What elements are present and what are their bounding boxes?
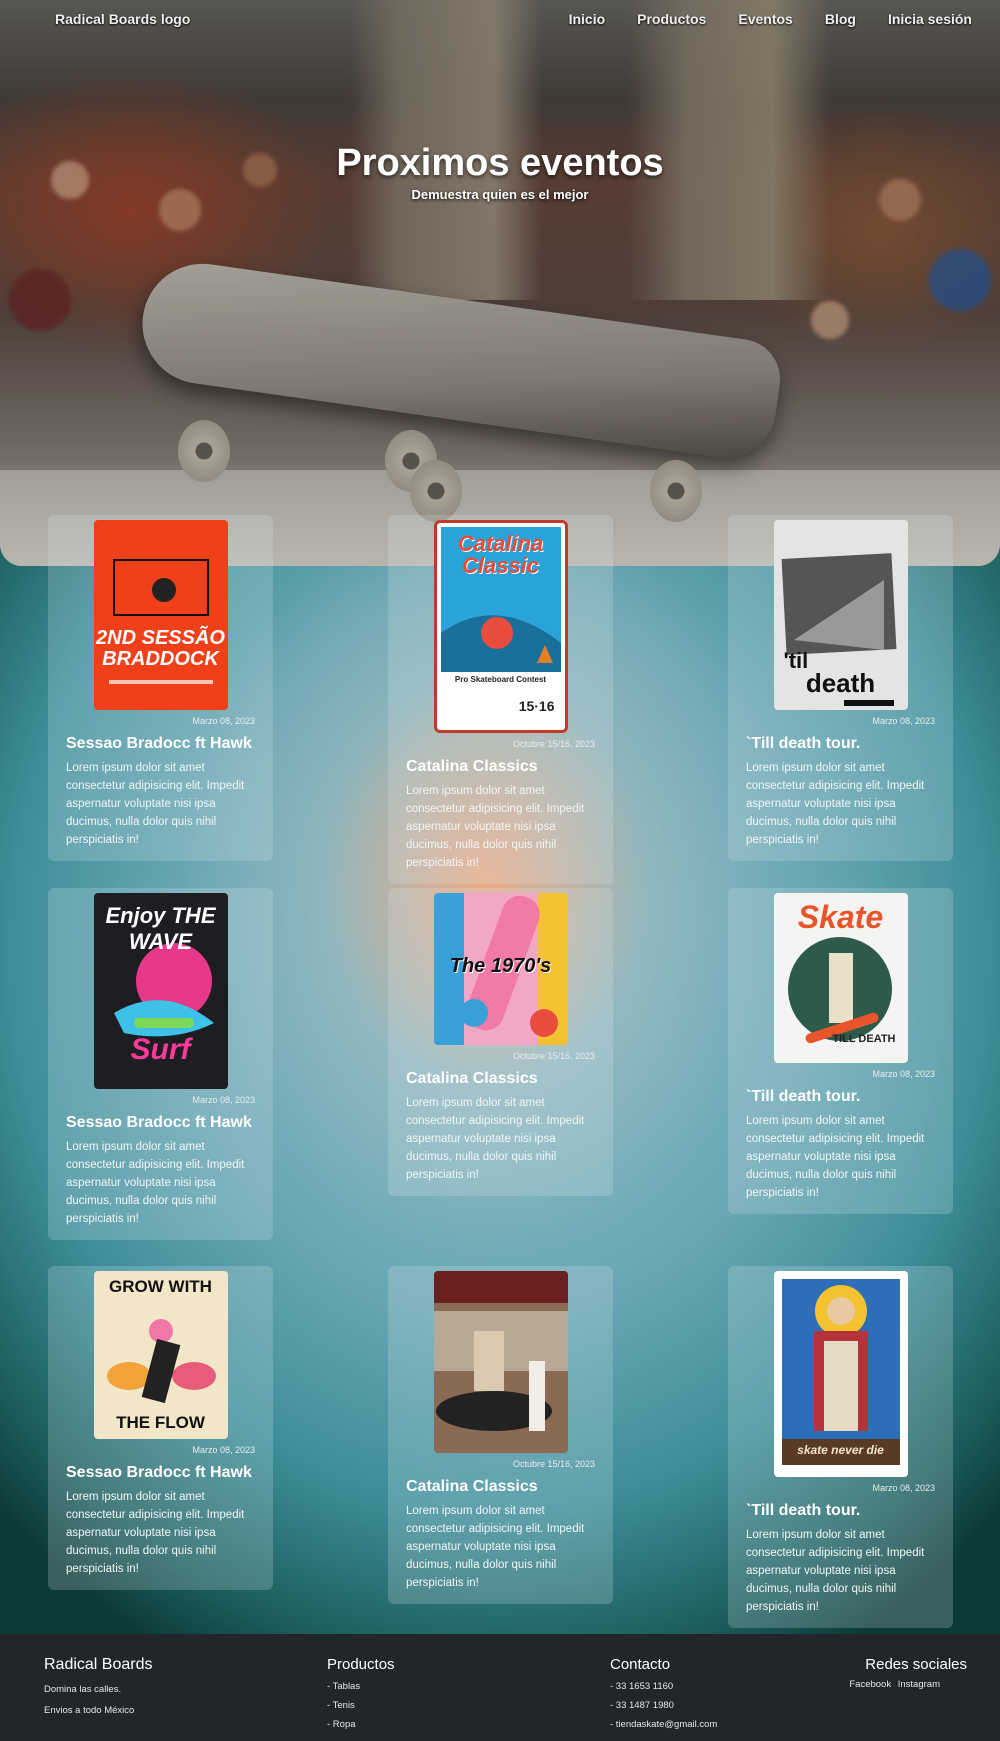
footer-social: Redes sociales Facebook Instagram — [849, 1656, 967, 1690]
event-title: Catalina Classics — [406, 1070, 538, 1087]
poster-text: Enjoy THE WAVE — [105, 903, 216, 954]
event-poster-image: Skate TILL DEATH — [773, 893, 908, 1063]
footer-link-ropa[interactable]: - Ropa — [327, 1717, 395, 1732]
event-date: Octubre 15/16, 2023 — [512, 739, 595, 749]
event-date: Marzo 08, 2023 — [192, 1445, 255, 1455]
footer-products-title: Productos — [327, 1656, 395, 1673]
footer-brand: Radical Boards Domina las calles. Envios… — [44, 1656, 153, 1716]
event-title: Sessao Bradocc ft Hawk — [66, 1464, 252, 1481]
nav-item-eventos[interactable]: Eventos — [738, 11, 792, 27]
footer-link-tenis[interactable]: - Tenis — [327, 1698, 395, 1713]
footer-contact: Contacto - 33 1653 1160 - 33 1487 1980 -… — [610, 1656, 717, 1732]
footer-phone: - 33 1487 1980 — [610, 1700, 674, 1711]
nav-item-inicio[interactable]: Inicio — [569, 11, 606, 27]
event-card[interactable]: 2ND SESSÃO BRADDOCK Marzo 08, 2023 Sessa… — [48, 515, 273, 861]
poster-text: Surf — [130, 1033, 191, 1066]
event-title: `Till death tour. — [746, 1502, 861, 1519]
event-card[interactable]: skate never die Marzo 08, 2023 `Till dea… — [728, 1266, 953, 1628]
poster-text: THE FLOW — [116, 1413, 205, 1432]
event-date: Marzo 08, 2023 — [192, 1095, 255, 1105]
event-description: Lorem ipsum dolor sit amet consectetur a… — [66, 1491, 245, 1575]
page-title: Proximos eventos — [336, 142, 664, 184]
poster-text: GROW WITH — [109, 1277, 212, 1296]
footer-brand-title: Radical Boards — [44, 1656, 153, 1673]
footer-shipping: Envios a todo México — [44, 1705, 135, 1716]
event-description: Lorem ipsum dolor sit amet consectetur a… — [746, 1115, 925, 1199]
event-poster-image: GROW WITH THE FLOW — [93, 1271, 228, 1439]
event-date: Octubre 15/16, 2023 — [512, 1459, 595, 1469]
event-poster-image: 'til death — [773, 520, 908, 710]
event-card[interactable]: 'til death Marzo 08, 2023 `Till death to… — [728, 515, 953, 861]
top-navbar: Radical Boards logo Inicio Productos Eve… — [0, 0, 1000, 38]
poster-text: TILL DEATH — [832, 1033, 896, 1045]
footer-products: Productos - Tablas - Tenis - Ropa — [327, 1656, 395, 1732]
event-title: `Till death tour. — [746, 1088, 861, 1105]
event-card[interactable]: The 1970's Octubre 15/16, 2023 Catalina … — [388, 888, 613, 1196]
poster-text: death — [805, 668, 876, 698]
poster-text: skate never die — [797, 1443, 884, 1457]
event-description: Lorem ipsum dolor sit amet consectetur a… — [746, 1529, 925, 1613]
event-poster-image: Catalina Classic Pro Skateboard Contest … — [433, 520, 568, 733]
poster-text: Skate — [797, 899, 884, 935]
event-description: Lorem ipsum dolor sit amet consectetur a… — [746, 762, 925, 846]
event-description: Lorem ipsum dolor sit amet consectetur a… — [406, 1505, 585, 1589]
event-poster-image: skate never die — [773, 1271, 908, 1477]
event-title: Catalina Classics — [406, 758, 538, 775]
event-date: Marzo 08, 2023 — [872, 716, 935, 726]
poster-text: Pro Skateboard Contest — [454, 675, 547, 684]
event-description: Lorem ipsum dolor sit amet consectetur a… — [66, 762, 245, 846]
poster-text: 15·16 — [518, 698, 555, 714]
nav-item-blog[interactable]: Blog — [825, 11, 856, 27]
footer-email[interactable]: - tiendaskate@gmail.com — [610, 1717, 717, 1732]
site-footer: Radical Boards Domina las calles. Envios… — [0, 1634, 1000, 1741]
footer-social-title: Redes sociales — [865, 1656, 967, 1673]
event-title: Catalina Classics — [406, 1478, 538, 1495]
nav-item-productos[interactable]: Productos — [637, 11, 706, 27]
event-date: Marzo 08, 2023 — [192, 716, 255, 726]
event-title: `Till death tour. — [746, 735, 861, 752]
facebook-link[interactable]: Facebook — [849, 1679, 891, 1690]
poster-text: The 1970's — [449, 955, 552, 977]
event-poster-image: Enjoy THE WAVE Surf — [93, 893, 228, 1089]
poster-text: 2ND SESSÃO — [96, 627, 225, 649]
event-date: Marzo 08, 2023 — [872, 1483, 935, 1493]
event-title: Sessao Bradocc ft Hawk — [66, 1114, 252, 1131]
event-card[interactable]: Octubre 15/16, 2023 Catalina Classics Lo… — [388, 1266, 613, 1604]
footer-link-tablas[interactable]: - Tablas — [327, 1679, 395, 1694]
event-card[interactable]: Enjoy THE WAVE Surf Marzo 08, 2023 Sessa… — [48, 888, 273, 1240]
poster-text: Catalina Classic — [457, 531, 544, 578]
event-description: Lorem ipsum dolor sit amet consectetur a… — [406, 1097, 585, 1181]
event-card[interactable]: Catalina Classic Pro Skateboard Contest … — [388, 515, 613, 884]
nav-menu: Inicio Productos Eventos Blog Inicia ses… — [537, 11, 972, 27]
event-poster-image: The 1970's — [433, 893, 568, 1045]
hero-banner — [0, 0, 1000, 566]
event-card[interactable]: GROW WITH THE FLOW Marzo 08, 2023 Sessao… — [48, 1266, 273, 1590]
event-description: Lorem ipsum dolor sit amet consectetur a… — [406, 785, 585, 869]
footer-phone: - 33 1653 1160 — [610, 1681, 674, 1692]
event-date: Marzo 08, 2023 — [872, 1069, 935, 1079]
event-date: Octubre 15/16, 2023 — [512, 1051, 595, 1061]
event-card[interactable]: Skate TILL DEATH Marzo 08, 2023 `Till de… — [728, 888, 953, 1214]
hero-overlay — [0, 0, 1000, 566]
page-subtitle: Demuestra quien es el mejor — [411, 187, 589, 202]
event-poster-image — [433, 1271, 568, 1453]
instagram-link[interactable]: Instagram — [898, 1679, 940, 1690]
footer-tagline: Domina las calles. — [44, 1684, 122, 1695]
nav-item-login[interactable]: Inicia sesión — [888, 11, 972, 27]
brand-logo[interactable]: Radical Boards logo — [55, 11, 190, 27]
event-title: Sessao Bradocc ft Hawk — [66, 735, 252, 752]
footer-contact-title: Contacto — [610, 1656, 671, 1673]
event-description: Lorem ipsum dolor sit amet consectetur a… — [66, 1141, 245, 1225]
event-poster-image: 2ND SESSÃO BRADDOCK — [93, 520, 228, 710]
poster-text: BRADDOCK — [102, 648, 219, 670]
